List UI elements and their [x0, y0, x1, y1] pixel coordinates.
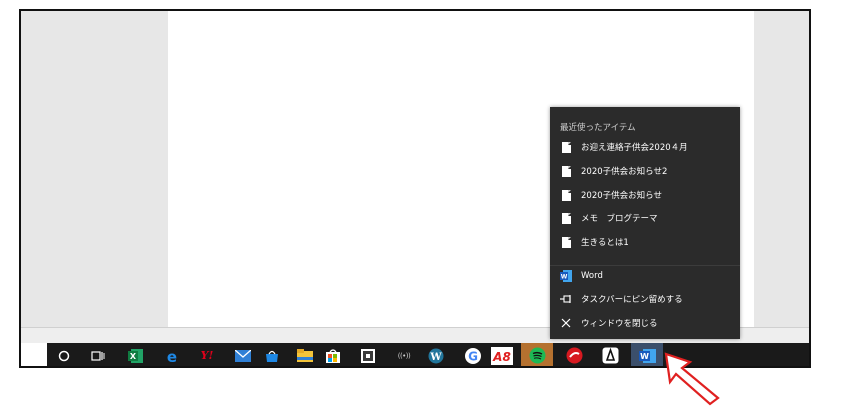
ms-store-icon[interactable] [320, 343, 346, 366]
word-right-margin [754, 11, 809, 327]
word-jump-list: 最近使ったアイテム お迎え連絡子供会2020４月 2020子供会お知らせ2 20… [550, 107, 740, 339]
mail-icon[interactable] [230, 343, 256, 366]
open-word-label: Word [581, 271, 603, 281]
recent-item[interactable]: 生きるとは1 [550, 231, 740, 253]
close-window-label: ウィンドウを閉じる [581, 319, 658, 329]
excel-icon[interactable]: X [123, 343, 149, 366]
word-left-margin [21, 11, 168, 327]
svg-text:X: X [130, 352, 137, 361]
close-icon [559, 316, 573, 330]
svg-text:W: W [640, 352, 649, 361]
file-explorer-icon[interactable] [292, 343, 318, 366]
wordpress-icon[interactable]: W [423, 343, 449, 366]
document-icon [559, 211, 573, 225]
spotify-icon[interactable] [521, 343, 553, 366]
store-bag-icon[interactable] [259, 343, 285, 366]
pin-to-taskbar-label: タスクバーにピン留めする [581, 295, 683, 305]
document-icon [559, 140, 573, 154]
svg-text:A8: A8 [492, 350, 511, 364]
recent-item-label: お迎え連絡子供会2020４月 [581, 143, 688, 153]
pin-icon [559, 292, 573, 306]
svg-text:W: W [561, 274, 568, 281]
edge-icon[interactable]: e [159, 343, 185, 366]
radio-icon[interactable]: ((•)) [391, 343, 417, 366]
recent-item-label: メモ ブログテーマ [581, 214, 658, 224]
svg-text:G: G [468, 349, 478, 363]
recent-item[interactable]: メモ ブログテーマ [550, 207, 740, 229]
recent-item[interactable]: 2020子供会お知らせ2 [550, 160, 740, 182]
svg-text:W: W [429, 352, 442, 363]
yahoo-icon[interactable]: Y! [194, 343, 220, 366]
svg-text:e: e [167, 348, 177, 364]
word-icon: W [559, 269, 573, 283]
recent-item[interactable]: 2020子供会お知らせ [550, 184, 740, 206]
google-icon[interactable]: G [460, 343, 486, 366]
annotation-arrow-icon [664, 352, 720, 406]
recent-item-label: 生きるとは1 [581, 238, 629, 248]
maps-icon[interactable] [597, 343, 623, 366]
word-icon[interactable]: W [631, 343, 663, 366]
task-view-icon[interactable] [85, 343, 111, 366]
photo-icon[interactable] [355, 343, 381, 366]
cortana-circle-icon[interactable] [51, 343, 77, 366]
document-icon [559, 235, 573, 249]
open-word-item[interactable]: W Word [550, 265, 740, 287]
security-icon[interactable] [561, 343, 587, 366]
a8-icon[interactable]: A8 [487, 343, 517, 366]
recent-item-label: 2020子供会お知らせ [581, 191, 662, 201]
document-icon [559, 164, 573, 178]
recent-item-label: 2020子供会お知らせ2 [581, 167, 668, 177]
pin-to-taskbar-item[interactable]: タスクバーにピン留めする [550, 288, 740, 310]
recent-item[interactable]: お迎え連絡子供会2020４月 [550, 136, 740, 158]
recent-items-heading: 最近使ったアイテム [560, 123, 636, 133]
document-icon [559, 188, 573, 202]
start-button[interactable] [21, 343, 47, 366]
close-window-item[interactable]: ウィンドウを閉じる [550, 312, 740, 334]
